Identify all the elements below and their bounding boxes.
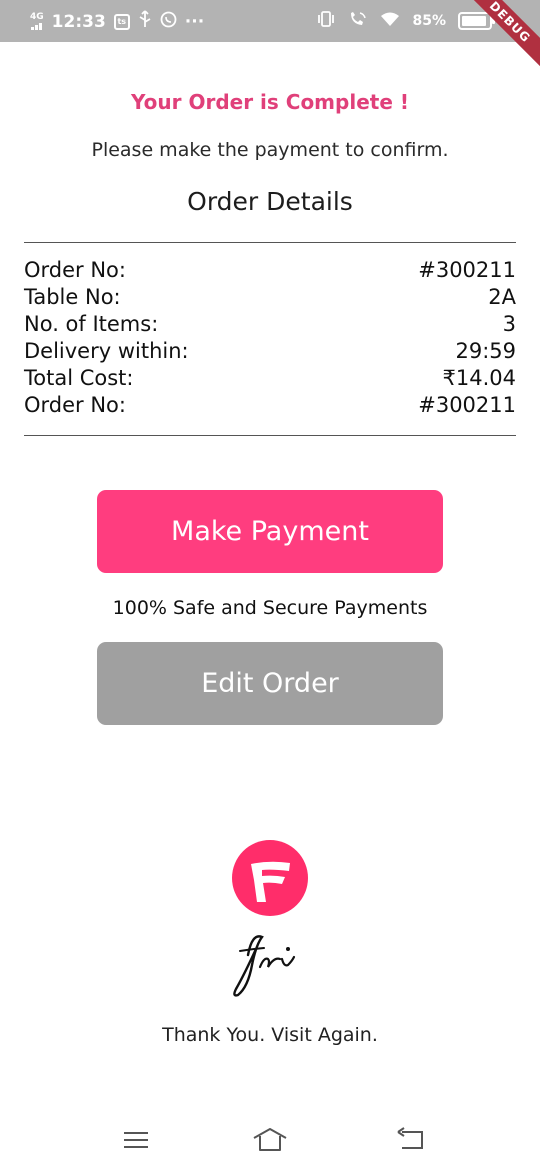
detail-value: 2A [488,285,516,309]
call-wifi-icon [348,10,368,32]
divider-bottom [24,435,516,436]
payment-instruction: Please make the payment to confirm. [91,139,449,161]
detail-value: #300211 [418,258,516,282]
detail-row-order-no-repeat: Order No: #300211 [24,392,516,419]
detail-row-order-no: Order No: #300211 [24,257,516,284]
detail-value: ₹14.04 [442,366,516,390]
fri-wordmark-icon [222,915,312,1000]
order-complete-title: Your Order is Complete ! [131,90,409,114]
detail-value: 29:59 [455,339,516,363]
back-icon[interactable] [392,1124,432,1154]
detail-label: Delivery within: [24,339,189,363]
whatsapp-icon [160,11,177,33]
thank-you-message: Thank You. Visit Again. [162,1024,378,1046]
secure-payment-note: 100% Safe and Secure Payments [112,597,428,619]
usb-icon [138,10,152,33]
detail-value: 3 [502,312,516,336]
edit-order-button[interactable]: Edit Order [97,642,443,725]
app-badge-icon: ts [113,13,130,30]
detail-row-table-no: Table No: 2A [24,284,516,311]
more-notifications-icon: ··· [184,11,205,32]
detail-row-items: No. of Items: 3 [24,311,516,338]
order-details-list: Order No: #300211 Table No: 2A No. of It… [24,257,516,419]
detail-label: Order No: [24,393,126,417]
status-bar: 4G 12:33 ts ··· 85% [0,0,540,42]
detail-label: No. of Items: [24,312,159,336]
signal-icon: 4G [30,13,44,30]
wifi-icon [380,11,400,31]
detail-row-total: Total Cost: ₹14.04 [24,365,516,392]
vibrate-icon [316,10,336,32]
divider-top [24,242,516,243]
status-left: 4G 12:33 ts ··· [30,10,204,33]
fri-logo-icon [232,840,308,916]
clock: 12:33 [51,11,106,32]
system-nav-bar [0,1110,540,1170]
battery-icon [458,12,495,30]
home-icon[interactable] [250,1124,290,1154]
battery-percent: 85% [412,13,446,29]
order-details-heading: Order Details [187,187,353,216]
detail-label: Order No: [24,258,126,282]
status-right: 85% [316,10,495,32]
menu-icon[interactable] [116,1124,156,1154]
detail-label: Total Cost: [24,366,134,390]
detail-value: #300211 [418,393,516,417]
make-payment-button[interactable]: Make Payment [97,490,443,573]
detail-row-delivery: Delivery within: 29:59 [24,338,516,365]
detail-label: Table No: [24,285,121,309]
